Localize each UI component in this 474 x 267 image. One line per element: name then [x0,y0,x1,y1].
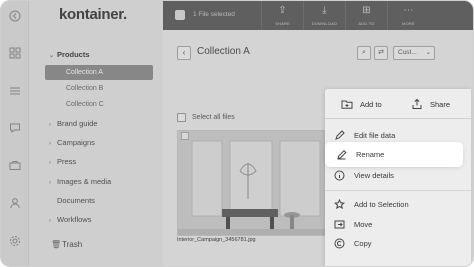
sidebar-subitem-collection-a[interactable]: Collection A [45,65,153,80]
add-to-icon: ⊞ [362,5,371,16]
menu-item-view-details[interactable]: View details [325,165,471,185]
context-menu: Add to Share Edit file data Rename View … [325,89,471,266]
briefcase-icon[interactable] [7,157,23,173]
sidebar-item-campaigns[interactable]: › Campaigns [49,138,95,147]
select-all-checkbox[interactable] [177,113,186,122]
sidebar-item-brand-guide[interactable]: › Brand guide [49,119,97,128]
menu-item-edit-file-data[interactable]: Edit file data [325,125,471,145]
copy-icon [333,237,345,249]
menu-item-copy[interactable]: Copy [325,233,471,253]
swap-icon: ⇄ [378,49,384,56]
sort-select[interactable]: Cust... ⌄ [393,46,435,60]
kontainer-logo: kontainer. [59,6,127,23]
deselect-checkbox[interactable] [175,10,185,20]
icon-rail [1,1,29,266]
sidebar-item-documents[interactable]: Documents [57,196,95,205]
search-icon: ⌕ [362,49,366,56]
chevron-right-icon: › [49,180,51,186]
share-icon [411,98,423,110]
menu-divider [325,190,471,191]
list-icon[interactable] [7,83,23,99]
sidebar-item-products[interactable]: ⌄ Products [49,50,90,59]
chevron-down-icon: ⌄ [425,49,431,56]
share-menu-button[interactable]: Share [411,98,450,110]
selection-toolbar: 1 File selected ⇪ SHARE ⤓ DOWNLOAD ⊞ ADD… [163,1,473,30]
chat-icon[interactable] [7,120,23,136]
chevron-right-icon: › [49,160,51,166]
sidebar: kontainer. ⌄ Products Collection A Collec… [29,1,163,266]
sidebar-subitem-collection-c[interactable]: Collection C [66,101,104,108]
file-name: Interior_Campaign_3456781.jpg [177,237,256,243]
settings-icon[interactable] [7,233,23,249]
grid-icon[interactable] [7,45,23,61]
file-thumbnail[interactable] [177,130,337,236]
more-icon: ⋯ [403,5,414,16]
download-button[interactable]: ⤓ DOWNLOAD [303,1,345,30]
download-icon: ⤓ [322,5,327,16]
chevron-right-icon: › [49,122,51,128]
star-icon [333,198,345,210]
pencil-icon [335,149,347,161]
chevron-down-icon: ⌄ [49,53,55,59]
back-arrow-icon[interactable] [7,8,23,24]
interior-image [178,131,336,235]
chevron-right-icon: › [49,218,51,224]
add-to-menu-button[interactable]: Add to [341,98,382,110]
user-icon[interactable] [7,195,23,211]
sidebar-item-trash[interactable]: 🗑Trash [51,240,82,249]
selection-count: 1 File selected [193,11,235,18]
folder-plus-icon [341,98,353,110]
sidebar-item-workflows[interactable]: › Workflows [49,215,91,224]
chevron-left-icon: ‹ [182,48,186,57]
sidebar-subitem-collection-b[interactable]: Collection B [66,85,103,92]
info-icon [333,169,345,181]
share-icon: ⇪ [278,5,287,16]
edit-data-icon [333,129,345,141]
more-button[interactable]: ⋯ MORE [387,1,429,30]
move-icon [333,218,345,230]
chevron-right-icon: › [49,141,51,147]
context-menu-header: Add to Share [325,89,471,119]
file-checkbox[interactable] [181,132,189,140]
search-button[interactable]: ⌕ [357,46,371,60]
sidebar-item-images-media[interactable]: › Images & media [49,177,111,186]
menu-item-move[interactable]: Move [325,214,471,234]
sort-toggle-button[interactable]: ⇄ [374,46,388,60]
page-title: Collection A [197,46,250,57]
menu-item-rename[interactable]: Rename [327,144,461,165]
trash-icon: 🗑 [51,240,62,249]
menu-item-add-to-selection[interactable]: Add to Selection [325,194,471,214]
share-button[interactable]: ⇪ SHARE [261,1,303,30]
app-window: kontainer. ⌄ Products Collection A Collec… [0,0,474,267]
back-button[interactable]: ‹ [177,46,191,60]
add-to-button[interactable]: ⊞ ADD TO [345,1,387,30]
select-all-label: Select all files [192,114,235,121]
sidebar-item-press[interactable]: › Press [49,157,76,166]
